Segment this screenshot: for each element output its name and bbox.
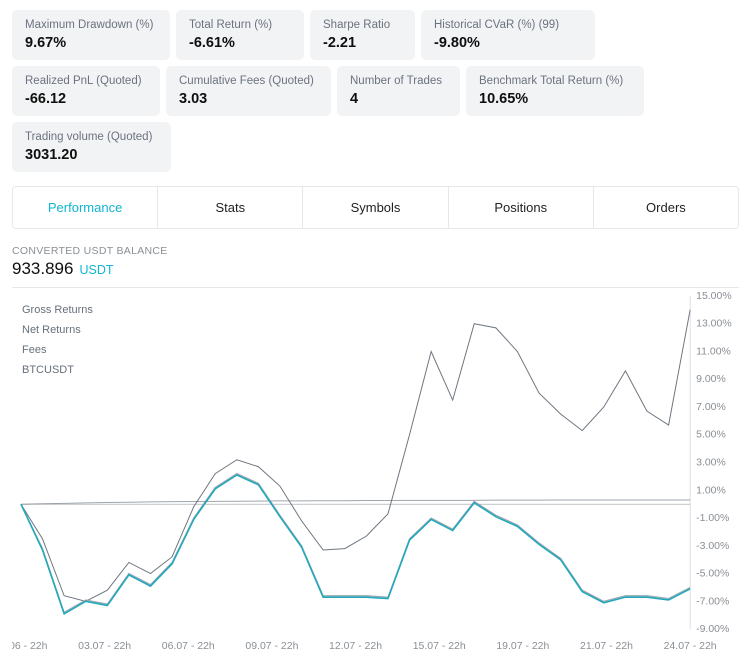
balance-section: CONVERTED USDT BALANCE 933.896 USDT xyxy=(0,229,751,287)
svg-text:3.00%: 3.00% xyxy=(696,458,726,469)
tab-performance[interactable]: Performance xyxy=(13,187,158,228)
metric-total-return: Total Return (%) -6.61% xyxy=(176,10,304,60)
metrics-panel: Maximum Drawdown (%) 9.67% Total Return … xyxy=(0,0,751,172)
svg-text:15.00%: 15.00% xyxy=(696,291,732,302)
metric-value: -9.80% xyxy=(434,35,582,51)
metric-num-trades: Number of Trades 4 xyxy=(337,66,460,116)
balance-value: 933.896 xyxy=(12,259,73,279)
metric-sharpe: Sharpe Ratio -2.21 xyxy=(310,10,415,60)
legend-fees: Fees xyxy=(22,340,93,360)
metric-realized-pnl: Realized PnL (Quoted) -66.12 xyxy=(12,66,160,116)
svg-text:24.07 - 22h: 24.07 - 22h xyxy=(664,641,717,652)
balance-label: CONVERTED USDT BALANCE xyxy=(12,245,739,257)
svg-text:06.07 - 22h: 06.07 - 22h xyxy=(162,641,215,652)
balance-unit: USDT xyxy=(79,263,113,277)
tab-symbols[interactable]: Symbols xyxy=(303,187,448,228)
svg-text:21.07 - 22h: 21.07 - 22h xyxy=(580,641,633,652)
returns-chart: Gross Returns Net Returns Fees BTCUSDT -… xyxy=(12,287,739,657)
svg-text:-9.00%: -9.00% xyxy=(696,624,729,635)
metric-value: 9.67% xyxy=(25,35,157,51)
metric-value: 3.03 xyxy=(179,91,318,107)
metric-label: Benchmark Total Return (%) xyxy=(479,75,631,87)
svg-text:-5.00%: -5.00% xyxy=(696,569,729,580)
metric-trading-volume: Trading volume (Quoted) 3031.20 xyxy=(12,122,171,172)
metric-value: 10.65% xyxy=(479,91,631,107)
metric-max-drawdown: Maximum Drawdown (%) 9.67% xyxy=(12,10,170,60)
svg-text:19.07 - 22h: 19.07 - 22h xyxy=(496,641,549,652)
metric-label: Historical CVaR (%) (99) xyxy=(434,19,582,31)
tab-bar: Performance Stats Symbols Positions Orde… xyxy=(12,186,739,229)
metric-label: Number of Trades xyxy=(350,75,447,87)
tab-orders[interactable]: Orders xyxy=(594,187,738,228)
metric-value: -66.12 xyxy=(25,91,147,107)
svg-text:-1.00%: -1.00% xyxy=(696,513,729,524)
metric-value: -6.61% xyxy=(189,35,291,51)
metric-cvar: Historical CVaR (%) (99) -9.80% xyxy=(421,10,595,60)
svg-text:11.00%: 11.00% xyxy=(696,346,731,357)
chart-svg: -9.00%-7.00%-5.00%-3.00%-1.00%1.00%3.00%… xyxy=(12,288,739,657)
metric-benchmark-return: Benchmark Total Return (%) 10.65% xyxy=(466,66,644,116)
svg-text:7.00%: 7.00% xyxy=(696,402,726,413)
metric-cum-fees: Cumulative Fees (Quoted) 3.03 xyxy=(166,66,331,116)
metric-value: 4 xyxy=(350,91,447,107)
svg-text:30.06 - 22h: 30.06 - 22h xyxy=(12,641,48,652)
svg-text:09.07 - 22h: 09.07 - 22h xyxy=(245,641,298,652)
metric-label: Sharpe Ratio xyxy=(323,19,402,31)
svg-text:9.00%: 9.00% xyxy=(696,374,726,385)
metric-label: Maximum Drawdown (%) xyxy=(25,19,157,31)
tab-stats[interactable]: Stats xyxy=(158,187,303,228)
metric-value: -2.21 xyxy=(323,35,402,51)
chart-legend: Gross Returns Net Returns Fees BTCUSDT xyxy=(22,300,93,380)
legend-net: Net Returns xyxy=(22,320,93,340)
svg-text:-3.00%: -3.00% xyxy=(696,541,729,552)
svg-text:5.00%: 5.00% xyxy=(696,430,726,441)
svg-text:15.07 - 22h: 15.07 - 22h xyxy=(413,641,466,652)
svg-text:13.00%: 13.00% xyxy=(696,319,732,330)
tab-positions[interactable]: Positions xyxy=(449,187,594,228)
svg-text:03.07 - 22h: 03.07 - 22h xyxy=(78,641,131,652)
metric-label: Total Return (%) xyxy=(189,19,291,31)
metric-label: Trading volume (Quoted) xyxy=(25,131,158,143)
metric-label: Cumulative Fees (Quoted) xyxy=(179,75,318,87)
legend-btc: BTCUSDT xyxy=(22,360,93,380)
metric-label: Realized PnL (Quoted) xyxy=(25,75,147,87)
legend-gross: Gross Returns xyxy=(22,300,93,320)
metric-value: 3031.20 xyxy=(25,147,158,163)
svg-text:1.00%: 1.00% xyxy=(696,485,726,496)
svg-text:12.07 - 22h: 12.07 - 22h xyxy=(329,641,382,652)
